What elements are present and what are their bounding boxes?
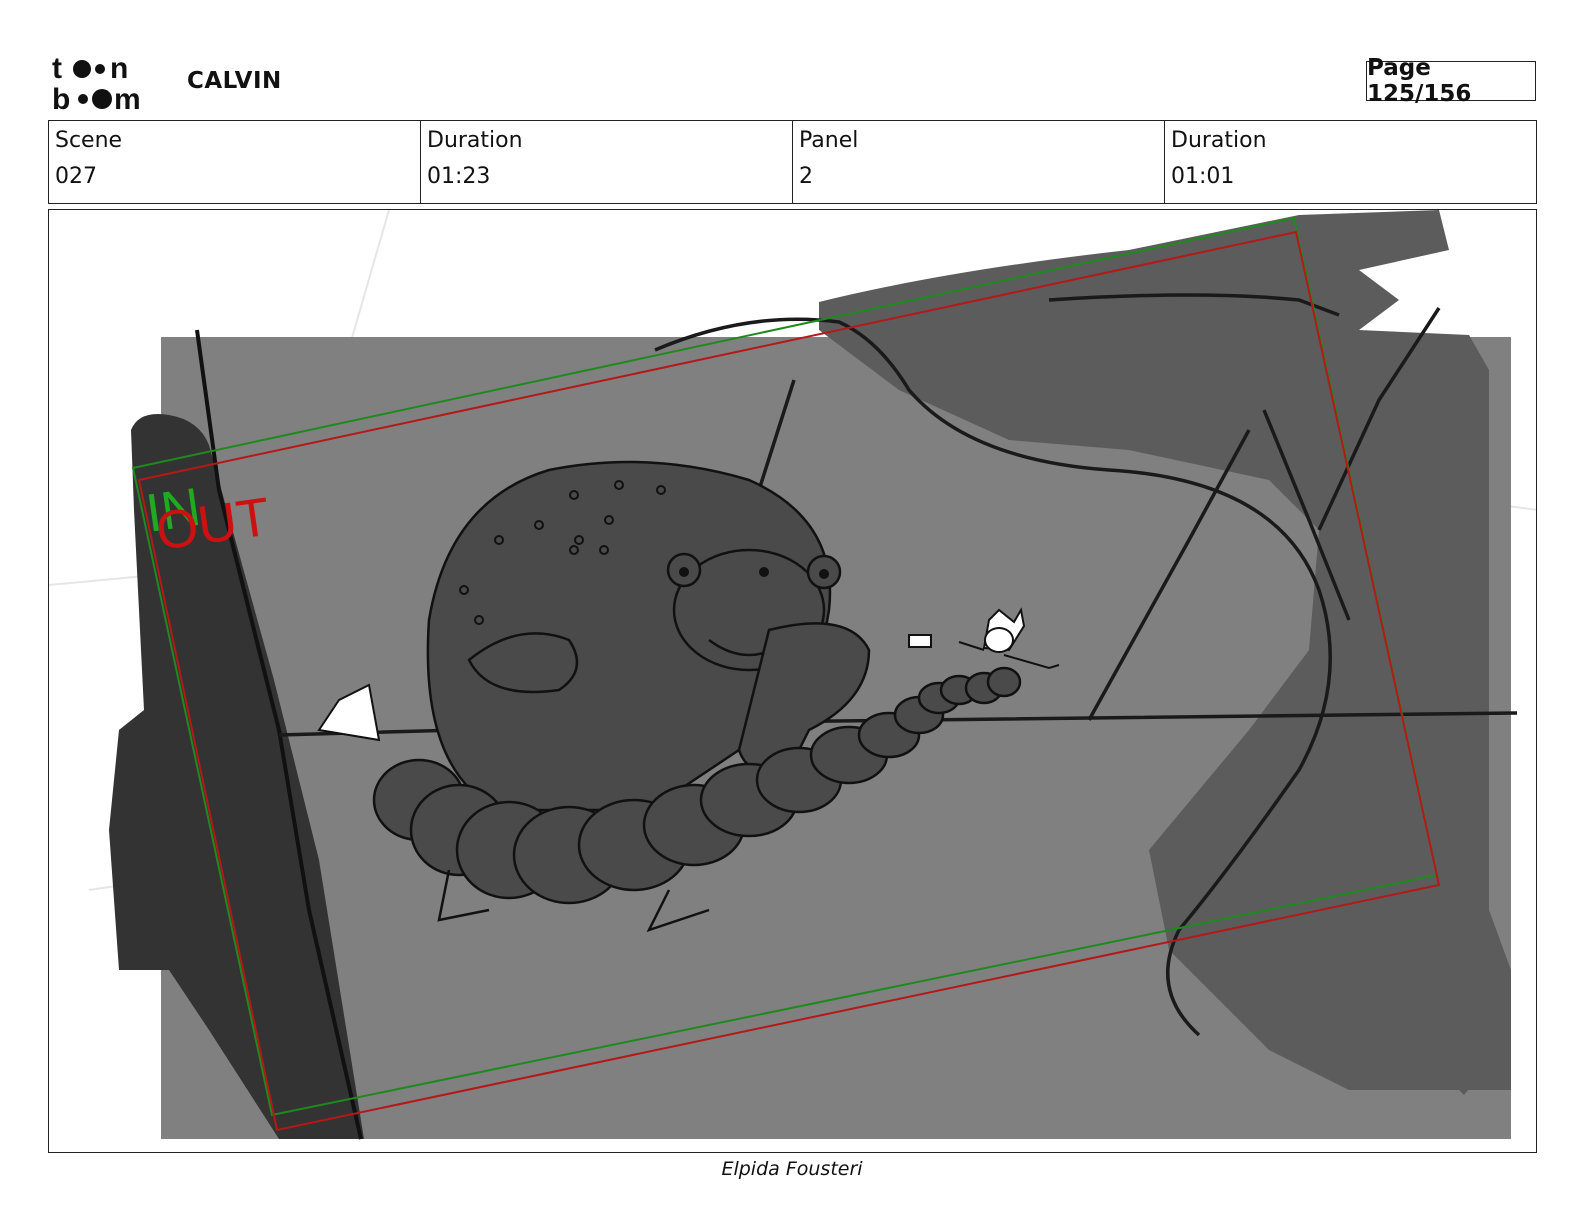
svg-text:b: b: [52, 83, 70, 112]
scene-cell: Scene 027: [49, 121, 420, 203]
toon-boom-logo: t n b m: [52, 52, 141, 112]
panel-duration-cell: Duration 01:01: [1164, 121, 1536, 203]
scene-info-table: Scene 027 Duration 01:23 Panel 2 Duratio…: [48, 120, 1537, 204]
panel-cell: Panel 2: [792, 121, 1164, 203]
project-title: CALVIN: [187, 68, 282, 94]
panel-label: Panel: [799, 128, 859, 153]
panel-duration-value: 01:01: [1171, 164, 1235, 189]
scene-duration-cell: Duration 01:23: [420, 121, 792, 203]
svg-text:m: m: [114, 83, 141, 112]
panel-duration-label: Duration: [1171, 128, 1267, 153]
scene-value: 027: [55, 164, 97, 189]
scene-label: Scene: [55, 128, 123, 153]
panel-value: 2: [799, 164, 813, 189]
scene-duration-label: Duration: [427, 128, 523, 153]
svg-text:t: t: [52, 52, 62, 85]
scene-duration-value: 01:23: [427, 164, 491, 189]
panel-sketch: IN OUT: [49, 210, 1536, 1140]
artist-credit: Elpida Fousteri: [721, 1158, 863, 1180]
page-indicator: Page 125/156: [1366, 55, 1536, 107]
svg-text:n: n: [110, 52, 128, 85]
storyboard-panel: IN OUT: [48, 209, 1537, 1153]
